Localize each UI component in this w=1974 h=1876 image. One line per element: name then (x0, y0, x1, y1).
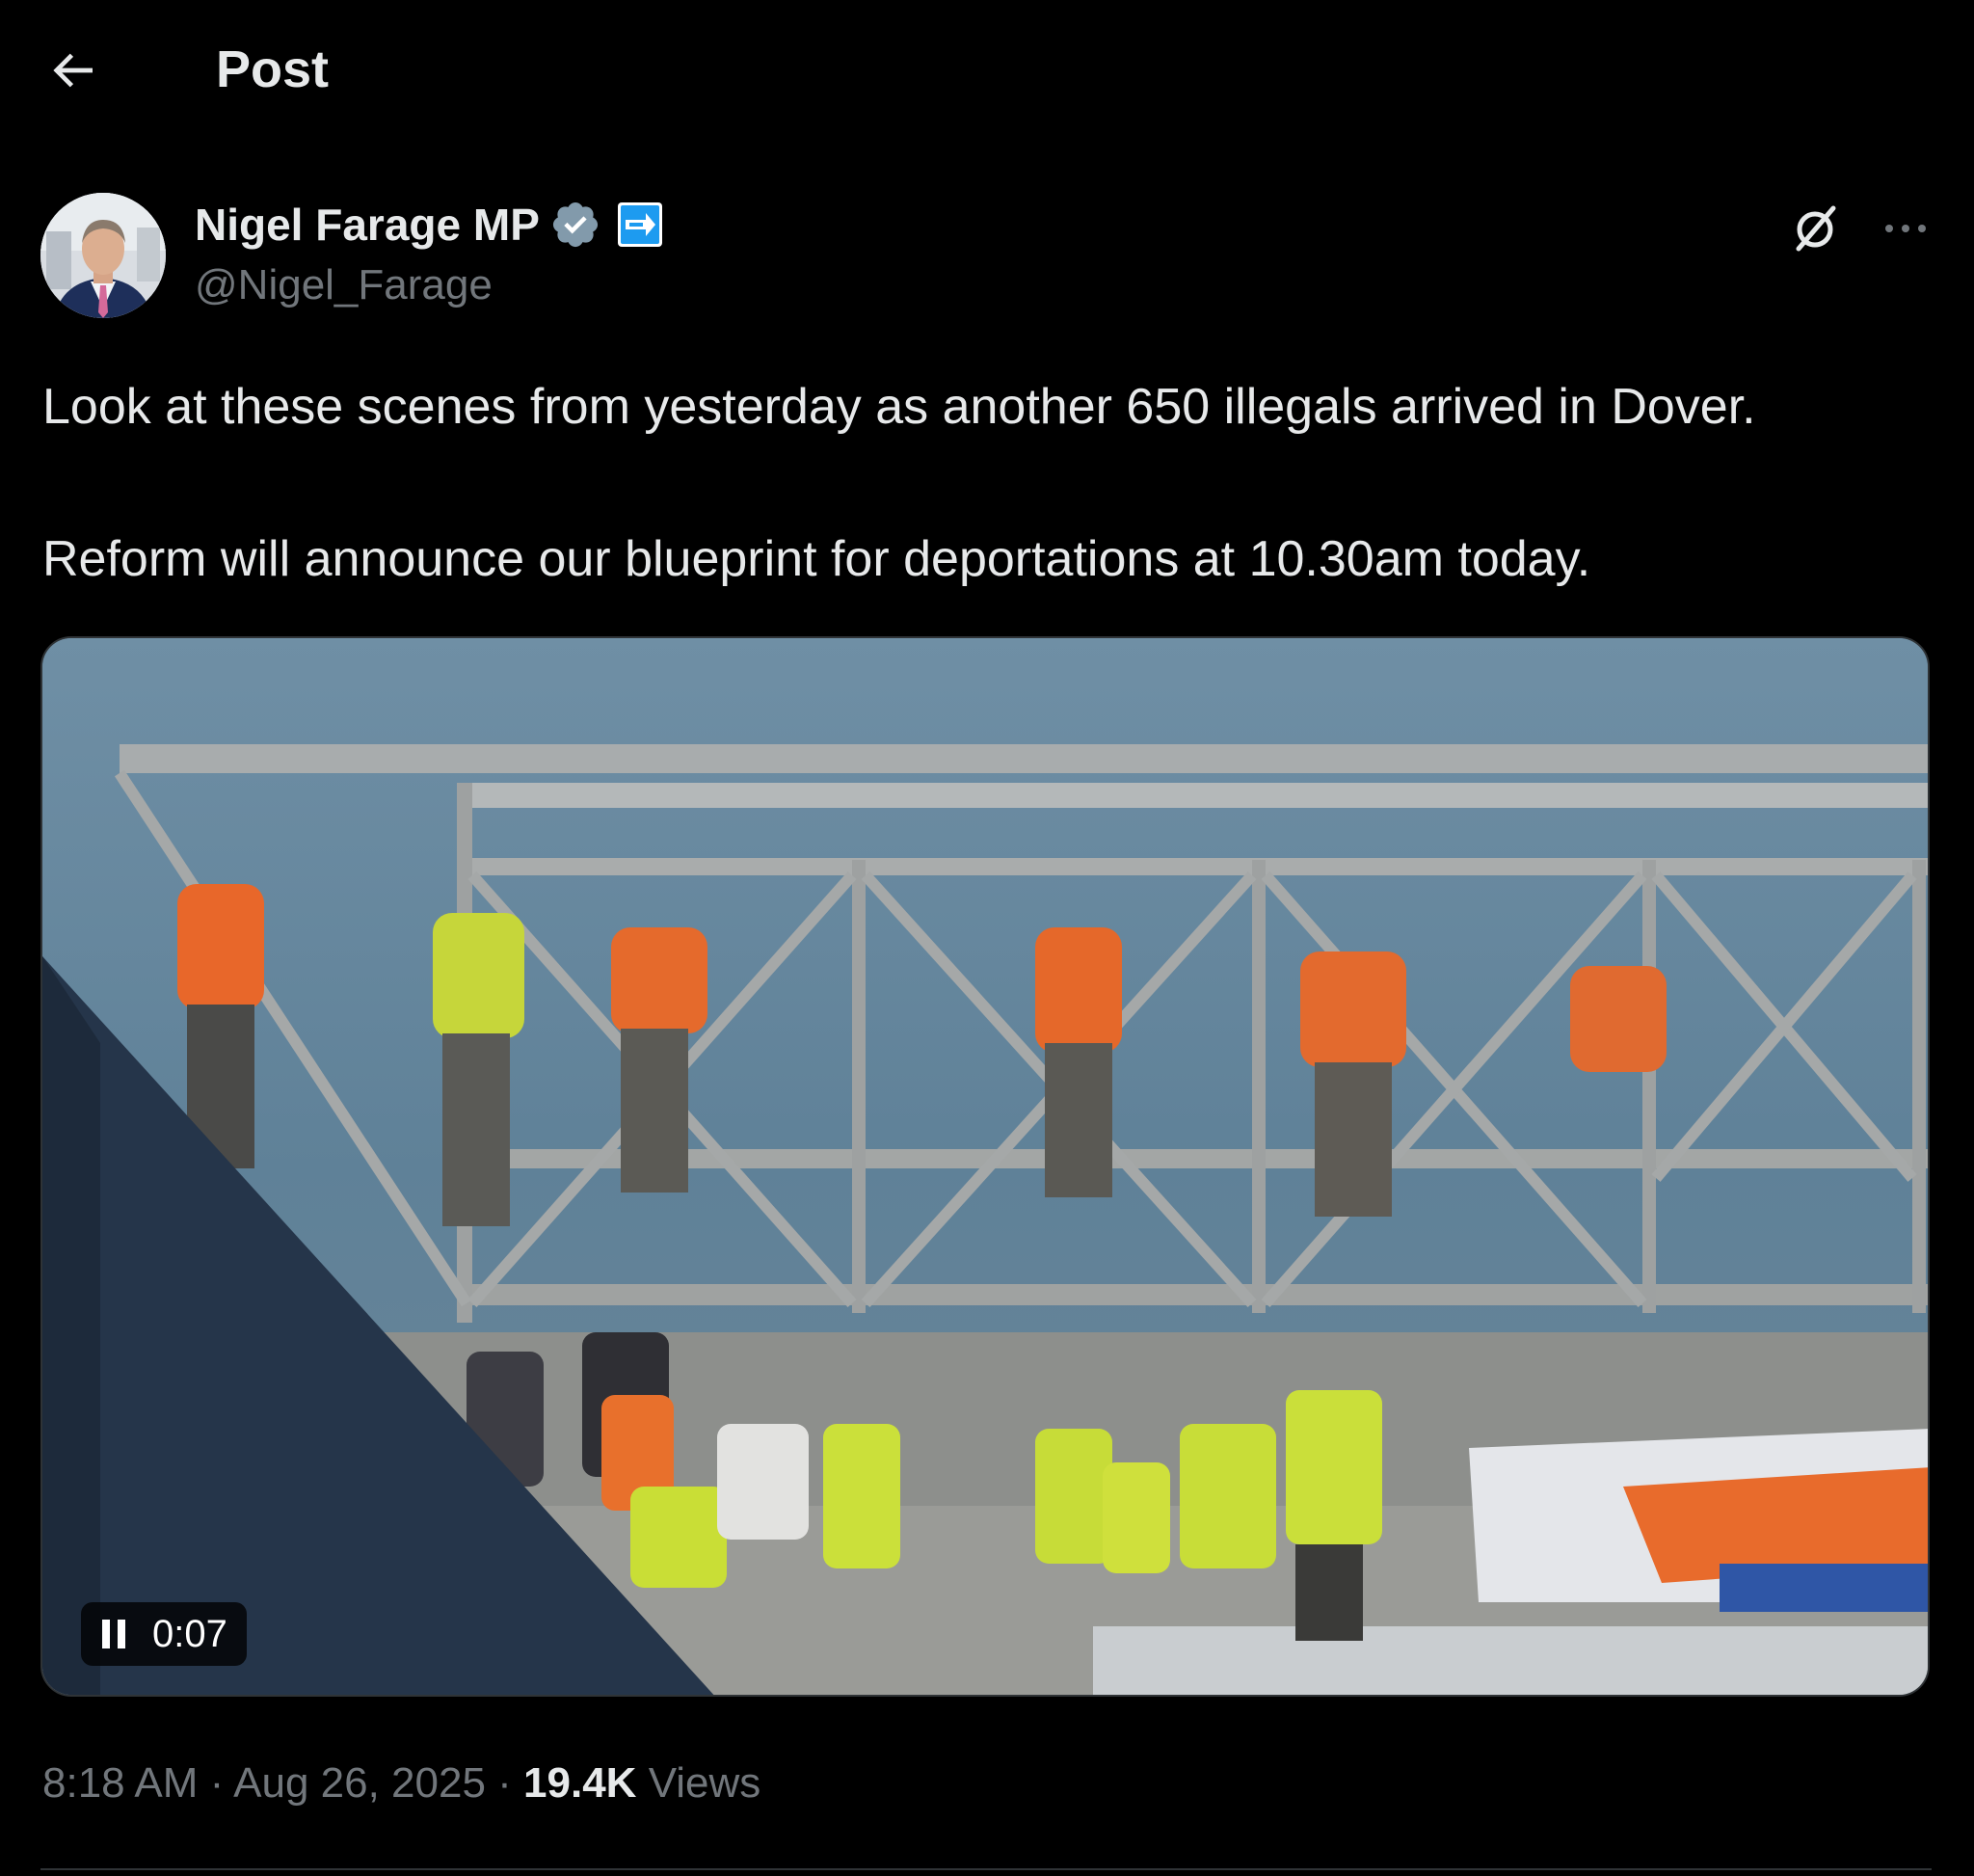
pause-icon[interactable] (100, 1618, 129, 1650)
views-count: 19.4K (523, 1759, 637, 1807)
video-player[interactable]: 0:07 (40, 636, 1930, 1697)
views-label: Views (648, 1759, 761, 1807)
top-bar: Post (0, 0, 1974, 145)
affiliate-badge-icon[interactable] (617, 201, 663, 248)
grok-icon (1796, 205, 1836, 252)
avatar-image (40, 193, 166, 318)
verified-badge-icon[interactable] (549, 199, 601, 251)
author-handle[interactable]: @Nigel_Farage (195, 258, 493, 312)
more-button[interactable] (1874, 197, 1937, 260)
author-name-row: Nigel Farage MP (195, 193, 663, 256)
video-elapsed-time: 0:07 (152, 1613, 227, 1655)
grok-button[interactable] (1783, 197, 1847, 260)
meta-separator: · (209, 1759, 225, 1807)
back-button[interactable] (42, 40, 102, 100)
post-date[interactable]: Aug 26, 2025 (233, 1759, 486, 1807)
post-time[interactable]: 8:18 AM (42, 1759, 198, 1807)
video-timer: 0:07 (81, 1602, 247, 1666)
author-avatar[interactable] (40, 193, 166, 318)
post-paragraph: Look at these scenes from yesterday as a… (42, 379, 1756, 435)
more-horizontal-icon (1885, 225, 1926, 232)
divider (40, 1868, 1932, 1870)
author-name[interactable]: Nigel Farage MP (195, 198, 540, 252)
meta-separator: · (497, 1759, 512, 1807)
arrow-left-icon (53, 53, 93, 88)
post-meta: 8:18 AM · Aug 26, 2025 · 19.4K Views (42, 1753, 760, 1814)
post-text: Look at these scenes from yesterday as a… (42, 372, 1951, 594)
video-frame (42, 638, 1928, 1695)
page-title: Post (216, 40, 330, 98)
post-paragraph: Reform will announce our blueprint for d… (42, 531, 1591, 587)
